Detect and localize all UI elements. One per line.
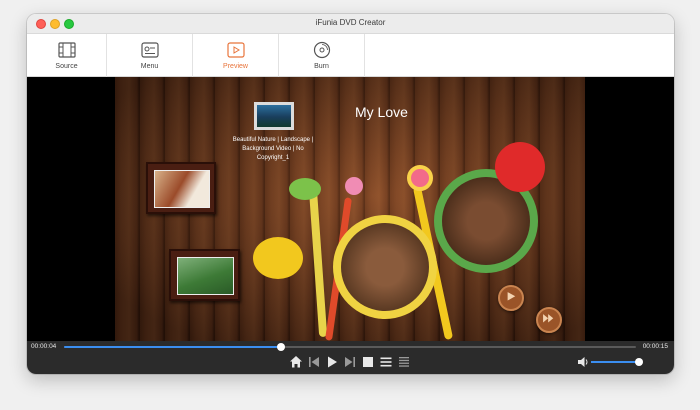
tab-menu-label: Menu <box>140 63 159 70</box>
decor-flower <box>407 165 433 191</box>
chapter-label: Beautiful Nature | Landscape | Backgroun… <box>232 137 314 161</box>
skip-forward-icon <box>543 314 554 323</box>
duration-time: 00:00:15 <box>642 343 668 350</box>
volume-icon[interactable] <box>576 355 590 369</box>
film-icon <box>57 42 76 58</box>
stop-icon[interactable] <box>361 355 375 369</box>
decor-flower <box>495 142 545 192</box>
tab-burn-label: Burn <box>314 63 329 70</box>
tab-burn[interactable]: Burn <box>279 34 364 77</box>
title-bar: iFunia DVD Creator <box>27 14 674 34</box>
seek-bar-fill <box>64 346 282 348</box>
flower-pot <box>333 215 437 319</box>
previous-chapter-icon[interactable] <box>307 355 321 369</box>
window-title: iFunia DVD Creator <box>315 18 386 27</box>
menu-title: My Love <box>355 104 408 120</box>
chapter-button-thumbnail[interactable] <box>254 102 294 130</box>
menu-play-button[interactable] <box>498 285 524 311</box>
tab-preview[interactable]: Preview <box>193 34 278 77</box>
chapters-icon[interactable] <box>397 355 411 369</box>
home-icon[interactable] <box>289 355 303 369</box>
toolbar-divider <box>364 34 365 77</box>
menu-icon <box>140 42 159 58</box>
next-chapter-icon[interactable] <box>343 355 357 369</box>
tab-preview-label: Preview <box>223 63 248 70</box>
current-time: 00:00:04 <box>31 343 57 350</box>
decor-flower <box>345 177 363 195</box>
play-icon <box>507 292 516 301</box>
volume-slider-handle[interactable] <box>635 358 643 366</box>
chapter-thumbnail <box>154 170 210 208</box>
volume-slider-fill <box>591 361 639 363</box>
toolbar: Source Menu Preview Burn <box>27 34 674 77</box>
disc-icon <box>313 41 330 59</box>
decor-toy <box>253 237 303 279</box>
menu-list-icon[interactable] <box>379 355 393 369</box>
menu-next-button[interactable] <box>536 307 562 333</box>
tab-source[interactable]: Source <box>27 34 106 77</box>
tab-source-label: Source <box>55 63 78 70</box>
volume-slider[interactable] <box>591 358 643 366</box>
preview-icon <box>226 42 245 58</box>
chapter-thumbnail <box>177 257 234 295</box>
play-icon[interactable] <box>325 355 339 369</box>
preview-stage: Beautiful Nature | Landscape | Backgroun… <box>27 77 674 341</box>
seek-bar[interactable] <box>64 343 636 351</box>
chapter-frame-2[interactable] <box>169 249 240 301</box>
decor-caterpillar <box>289 178 321 200</box>
chapter-frame-1[interactable] <box>146 162 216 214</box>
seek-bar-handle[interactable] <box>277 343 286 351</box>
player-controls: 00:00:04 00:00:15 <box>27 341 674 374</box>
app-window: iFunia DVD Creator Source Menu Preview B… <box>27 14 674 374</box>
tab-menu[interactable]: Menu <box>107 34 192 77</box>
